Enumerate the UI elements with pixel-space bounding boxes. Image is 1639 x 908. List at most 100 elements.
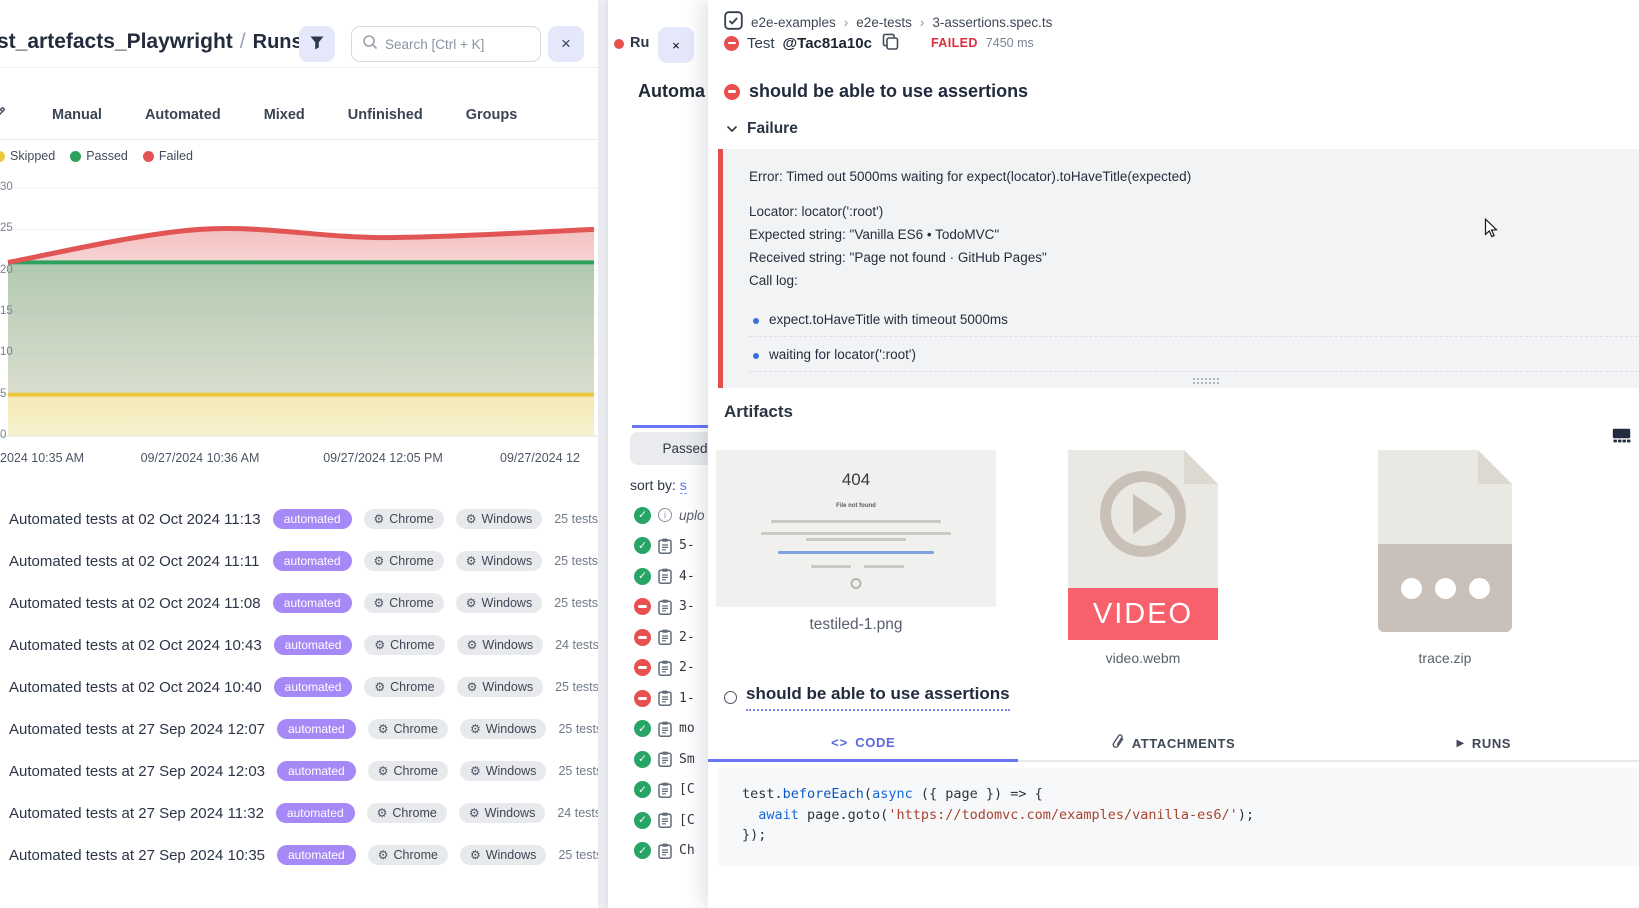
artifact-image-thumbnail[interactable]: 404 File not found bbox=[716, 450, 996, 607]
clipboard-icon bbox=[658, 782, 672, 798]
edit-icon[interactable] bbox=[0, 105, 9, 126]
code-snippet: test.beforeEach(async ({ page }) => { aw… bbox=[718, 768, 1639, 866]
sort-link[interactable]: s bbox=[680, 477, 687, 494]
tab-attachments[interactable]: ATTACHMENTS bbox=[1018, 726, 1328, 760]
legend-item: Failed bbox=[143, 149, 193, 163]
test-list-item[interactable]: i 2- bbox=[608, 622, 712, 653]
filter-icon bbox=[309, 35, 325, 54]
run-row[interactable]: Automated tests at 02 Oct 2024 10:43 aut… bbox=[0, 624, 598, 666]
status-badge: FAILED bbox=[931, 36, 978, 50]
runs-filter-tab[interactable]: Unfinished bbox=[348, 107, 423, 123]
thumbnail-404-text: 404 bbox=[716, 470, 996, 490]
test-title: [C bbox=[679, 813, 695, 828]
test-status-icon bbox=[634, 690, 651, 707]
link-line bbox=[778, 551, 934, 554]
run-name: Automated tests at 02 Oct 2024 10:43 bbox=[9, 637, 262, 654]
env-pill-chrome: ⚙ Chrome bbox=[368, 845, 448, 865]
runs-filter-tab[interactable]: Automated bbox=[145, 107, 221, 123]
test-title: 2- bbox=[679, 630, 695, 645]
run-row[interactable]: Automated tests at 02 Oct 2024 11:13 aut… bbox=[0, 498, 598, 540]
run-type-badge: automated bbox=[277, 719, 356, 739]
clipboard-icon bbox=[658, 690, 672, 706]
clipboard-icon bbox=[658, 721, 672, 737]
test-list-item[interactable]: i Sm bbox=[608, 744, 712, 775]
gear-icon: ⚙ bbox=[466, 513, 477, 525]
runs-filter-tab[interactable]: Mixed bbox=[264, 107, 305, 123]
test-status-icon bbox=[634, 842, 651, 859]
clipboard-icon bbox=[658, 751, 672, 767]
test-link[interactable]: should be able to use assertions bbox=[746, 684, 1010, 711]
attachment-icon bbox=[1112, 734, 1125, 752]
test-list-item[interactable]: i mo bbox=[608, 714, 712, 745]
search-icon bbox=[362, 34, 378, 55]
run-row[interactable]: Automated tests at 02 Oct 2024 11:11 aut… bbox=[0, 540, 598, 582]
breadcrumb-item[interactable]: 3-assertions.spec.ts bbox=[932, 15, 1052, 30]
run-row[interactable]: Automated tests at 27 Sep 2024 11:32 aut… bbox=[0, 792, 598, 834]
test-list-item[interactable]: i 1- bbox=[608, 683, 712, 714]
test-list-item[interactable]: i 4- bbox=[608, 561, 712, 592]
run-row[interactable]: Automated tests at 27 Sep 2024 10:35 aut… bbox=[0, 834, 598, 876]
test-title: mo bbox=[679, 721, 695, 736]
run-row[interactable]: Automated tests at 02 Oct 2024 11:08 aut… bbox=[0, 582, 598, 624]
artifact-caption[interactable]: trace.zip bbox=[1378, 650, 1512, 666]
legend-label: Passed bbox=[86, 149, 128, 163]
call-log-text: expect.toHaveTitle with timeout 5000ms bbox=[769, 312, 1008, 327]
runs-history-chart[interactable]: 051015202530 bbox=[0, 174, 598, 450]
close-button[interactable]: × bbox=[548, 26, 584, 62]
run-tests-count: 25 tests bbox=[558, 764, 598, 778]
gear-icon: ⚙ bbox=[466, 597, 477, 609]
gear-icon: ⚙ bbox=[378, 849, 389, 861]
clipboard-icon bbox=[658, 629, 672, 645]
legend-item: Passed bbox=[70, 149, 128, 163]
test-title: should be able to use assertions bbox=[749, 81, 1028, 102]
gallery-view-button[interactable] bbox=[1612, 428, 1631, 446]
runs-list: Automated tests at 02 Oct 2024 11:13 aut… bbox=[0, 498, 598, 876]
chart-legend: Skipped Passed Failed bbox=[0, 149, 193, 163]
env-pill-windows: ⚙ Windows bbox=[456, 551, 542, 571]
artifact-caption[interactable]: video.webm bbox=[1068, 650, 1218, 666]
search-box[interactable] bbox=[351, 26, 541, 62]
env-pill-chrome: ⚙ Chrome bbox=[364, 551, 444, 571]
run-tests-count: 25 tests bbox=[554, 554, 598, 568]
tab-runs[interactable]: ▶ RUNS bbox=[1329, 726, 1639, 760]
test-list-item[interactable]: i 5- bbox=[608, 531, 712, 562]
env-pill-chrome: ⚙ Chrome bbox=[368, 761, 448, 781]
runs-filter-tab[interactable]: Manual bbox=[52, 107, 102, 123]
x-axis-label: 09/27/2024 10:36 AM bbox=[141, 451, 260, 465]
run-row[interactable]: Automated tests at 27 Sep 2024 12:03 aut… bbox=[0, 750, 598, 792]
run-row[interactable]: Automated tests at 02 Oct 2024 10:40 aut… bbox=[0, 666, 598, 708]
run-type-badge: automated bbox=[273, 551, 352, 571]
test-list-item[interactable]: i 3- bbox=[608, 592, 712, 623]
filter-button[interactable] bbox=[299, 26, 335, 62]
test-list-item[interactable]: i [C bbox=[608, 775, 712, 806]
run-type-badge: automated bbox=[276, 803, 355, 823]
tab-code[interactable]: <> CODE bbox=[708, 726, 1018, 762]
artifact-archive-file[interactable] bbox=[1378, 450, 1512, 632]
env-pill-chrome: ⚙ Chrome bbox=[364, 593, 444, 613]
runs-filter-tab[interactable]: Groups bbox=[466, 107, 518, 123]
close-run-drawer-button[interactable]: × bbox=[658, 27, 694, 63]
run-drawer-tab-label[interactable]: Ru bbox=[630, 35, 649, 51]
artifacts-heading: Artifacts bbox=[724, 402, 793, 422]
artifact-caption[interactable]: testiled-1.png bbox=[716, 616, 996, 634]
env-pill-windows: ⚙ Windows bbox=[460, 845, 546, 865]
test-list-item[interactable]: i uplo bbox=[608, 500, 712, 531]
breadcrumb-item[interactable]: e2e-tests bbox=[856, 15, 912, 30]
test-title: [C bbox=[679, 782, 695, 797]
passed-filter-button[interactable]: Passed bbox=[630, 432, 712, 465]
env-label: Windows bbox=[482, 638, 533, 652]
resize-handle[interactable] bbox=[1192, 377, 1220, 385]
test-list-item[interactable]: i Ch bbox=[608, 836, 712, 867]
run-row[interactable]: Automated tests at 27 Sep 2024 12:07 aut… bbox=[0, 708, 598, 750]
artifact-video-file[interactable]: VIDEO bbox=[1068, 450, 1218, 640]
play-triangle-icon bbox=[1133, 494, 1163, 534]
env-pill-windows: ⚙ Windows bbox=[460, 719, 546, 739]
breadcrumb-item[interactable]: e2e-examples bbox=[751, 15, 836, 30]
failure-section-toggle[interactable]: Failure bbox=[726, 120, 798, 138]
test-list-item[interactable]: i 2- bbox=[608, 653, 712, 684]
copy-button[interactable] bbox=[880, 33, 901, 53]
test-list-item[interactable]: i [C bbox=[608, 805, 712, 836]
search-input[interactable] bbox=[385, 37, 530, 52]
test-id: @Tac81a10c bbox=[783, 35, 872, 52]
project-title[interactable]: st_artefacts_Playwright bbox=[0, 30, 233, 53]
